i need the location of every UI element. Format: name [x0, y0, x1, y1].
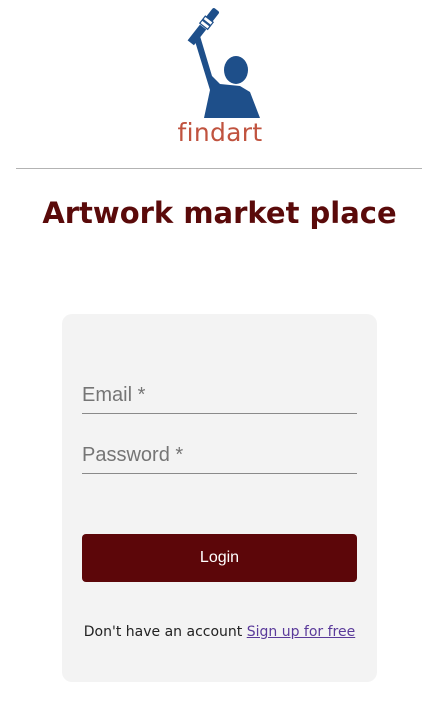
- signup-row: Don't have an account Sign up for free: [62, 624, 377, 640]
- findart-logo: findart: [170, 6, 270, 151]
- login-page: findart Artwork market place Login Don't…: [0, 0, 439, 704]
- password-field[interactable]: [82, 441, 357, 469]
- signup-link[interactable]: Sign up for free: [247, 624, 356, 640]
- login-card: Login Don't have an account Sign up for …: [62, 314, 377, 682]
- email-field[interactable]: [82, 381, 357, 409]
- password-field-wrapper: [82, 433, 357, 474]
- artist-figure-icon: [187, 8, 260, 118]
- page-title: Artwork market place: [42, 196, 397, 230]
- signup-prompt: Don't have an account: [83, 624, 247, 640]
- header-divider: [16, 168, 422, 169]
- login-button[interactable]: Login: [82, 534, 357, 582]
- logo-text: findart: [177, 118, 263, 147]
- email-field-wrapper: [82, 373, 357, 414]
